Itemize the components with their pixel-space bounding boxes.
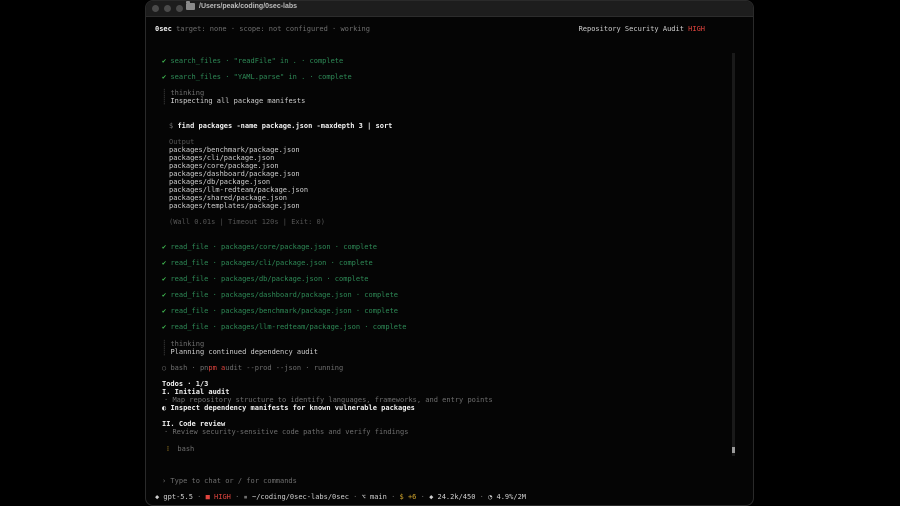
log-entry-text: read_file · packages/llm-redteam/package… xyxy=(170,323,407,331)
terminal-window: /Users/peak/coding/0sec-labs 0sec target… xyxy=(145,0,754,506)
session-status: target: none · scope: not configured · w… xyxy=(176,25,370,33)
token-usage: ◆ 24.2k/450 xyxy=(429,493,476,501)
log-entry-search-2: ✔ search_files · "YAML.parse" in . · com… xyxy=(162,73,352,81)
todo-item: · Review security-sensitive code paths a… xyxy=(164,428,408,436)
todo-item-active: ◐ Inspect dependency manifests for known… xyxy=(162,404,415,412)
check-icon: ✔ xyxy=(162,259,167,267)
zoom-window-button[interactable] xyxy=(176,5,183,12)
level-indicator: ■ HIGH xyxy=(205,493,231,501)
output-line: packages/llm-redteam/package.json xyxy=(169,186,309,194)
title-bar: /Users/peak/coding/0sec-labs xyxy=(146,1,753,17)
minimize-window-button[interactable] xyxy=(164,5,171,12)
chat-input[interactable]: › Type to chat or / for commands xyxy=(162,477,297,485)
app-name: 0sec xyxy=(155,25,172,33)
scrollbar-track[interactable] xyxy=(732,53,735,456)
shell-prompt: $ xyxy=(169,122,174,130)
window-title-group: /Users/peak/coding/0sec-labs xyxy=(186,1,298,10)
thinking-text: Inspecting all package manifests xyxy=(170,97,306,105)
mode-header: Repository Security Audit HIGH xyxy=(579,25,705,33)
thinking-block-1-text: ┊ Inspecting all package manifests xyxy=(162,97,306,105)
check-icon: ✔ xyxy=(162,275,167,283)
folder-icon xyxy=(186,1,195,10)
pending-tool-label: bash xyxy=(177,445,195,453)
window-controls xyxy=(146,5,183,12)
check-icon: ✔ xyxy=(162,323,167,331)
terminal-content: 0sec target: none · scope: not configure… xyxy=(146,17,753,505)
git-changes: +6 xyxy=(407,493,417,501)
output-line: packages/shared/package.json xyxy=(169,194,288,202)
status-bar: ◆ gpt-5.5 · ■ HIGH · ▪ ~/coding/0sec-lab… xyxy=(155,493,527,501)
log-entry-read: ✔ read_file · packages/core/package.json… xyxy=(162,243,377,251)
log-entry-text: read_file · packages/benchmark/package.j… xyxy=(170,307,399,315)
output-label: Output xyxy=(169,138,195,146)
log-entry-bash-running: ○ bash · pnpm audit --prod --json · runn… xyxy=(162,364,343,372)
check-icon: ✔ xyxy=(162,57,167,65)
output-line: packages/cli/package.json xyxy=(169,154,275,162)
git-branch: ⌥ main xyxy=(361,493,387,501)
progress-icon: ◐ xyxy=(162,404,167,412)
cost-icon: $ xyxy=(399,493,404,501)
check-icon: ✔ xyxy=(162,307,167,315)
log-entry-text: read_file · packages/db/package.json · c… xyxy=(170,275,369,283)
todo-text: Review security-sensitive code paths and… xyxy=(172,428,409,436)
todo-marker: · xyxy=(164,396,169,404)
todo-text: Inspect dependency manifests for known v… xyxy=(170,404,415,412)
window-title: /Users/peak/coding/0sec-labs xyxy=(199,3,298,10)
log-entry-text: search_files · "YAML.parse" in . · compl… xyxy=(170,73,352,81)
working-directory: ~/coding/0sec-labs/0sec xyxy=(251,493,349,501)
log-entry-text: read_file · packages/cli/package.json · … xyxy=(170,259,373,267)
log-entry-read: ✔ read_file · packages/cli/package.json … xyxy=(162,259,373,267)
check-icon: ✔ xyxy=(162,291,167,299)
output-line: packages/core/package.json xyxy=(169,162,279,170)
todos-header: Todos · 1/3 xyxy=(162,380,209,388)
thinking-label: thinking xyxy=(170,89,205,97)
check-icon: ✔ xyxy=(162,243,167,251)
context-usage: ◔ 4.9%/2M xyxy=(488,493,527,501)
log-entry-text: read_file · packages/core/package.json ·… xyxy=(170,243,377,251)
bash-text-highlight: pm a xyxy=(208,364,226,372)
todo-section-title: I. Initial audit xyxy=(162,388,230,396)
todo-text: Map repository structure to identify lan… xyxy=(172,396,493,404)
output-line: packages/dashboard/package.json xyxy=(169,170,300,178)
log-entry-text: read_file · packages/dashboard/package.j… xyxy=(170,291,399,299)
log-entry-read: ✔ read_file · packages/llm-redteam/packa… xyxy=(162,323,406,331)
bash-text-post: udit --prod --json · running xyxy=(225,364,344,372)
output-footer: (Wall 0.01s | Timeout 120s | Exit: 0) xyxy=(169,218,325,226)
log-entry-search-1: ✔ search_files · "readFile" in . · compl… xyxy=(162,57,343,65)
bash-text-pre: bash · pn xyxy=(170,364,209,372)
thinking-block-2-label: ┊ thinking xyxy=(162,340,205,348)
todo-section-title: II. Code review xyxy=(162,420,226,428)
todo-marker: · xyxy=(164,428,169,436)
command-text: find packages -name package.json -maxdep… xyxy=(177,122,393,130)
log-entry-text: search_files · "readFile" in . · complet… xyxy=(170,57,344,65)
log-entry-read: ✔ read_file · packages/benchmark/package… xyxy=(162,307,398,315)
thinking-block-1-label: ┊ thinking xyxy=(162,89,205,97)
spinner-icon: ○ xyxy=(162,364,167,372)
model-indicator: ◆ gpt-5.5 xyxy=(155,493,193,501)
risk-badge: HIGH xyxy=(688,25,705,33)
thinking-label: thinking xyxy=(170,340,205,348)
todo-item: · Map repository structure to identify l… xyxy=(164,396,493,404)
app-header: 0sec target: none · scope: not configure… xyxy=(155,25,370,33)
pending-marker-icon: ⁞ xyxy=(167,445,169,453)
check-icon: ✔ xyxy=(162,73,167,81)
log-entry-read: ✔ read_file · packages/db/package.json ·… xyxy=(162,275,369,283)
log-entry-read: ✔ read_file · packages/dashboard/package… xyxy=(162,291,398,299)
output-line: packages/benchmark/package.json xyxy=(169,146,300,154)
thinking-text: Planning continued dependency audit xyxy=(170,348,318,356)
close-window-button[interactable] xyxy=(152,5,159,12)
output-line: packages/db/package.json xyxy=(169,178,271,186)
scrollbar-thumb[interactable] xyxy=(732,447,735,453)
pending-tool: ⁞ bash xyxy=(167,445,194,453)
output-line: packages/templates/package.json xyxy=(169,202,300,210)
thinking-block-2-text: ┊ Planning continued dependency audit xyxy=(162,348,318,356)
shell-command: $ find packages -name package.json -maxd… xyxy=(169,122,392,130)
mode-label: Repository Security Audit xyxy=(578,25,684,33)
